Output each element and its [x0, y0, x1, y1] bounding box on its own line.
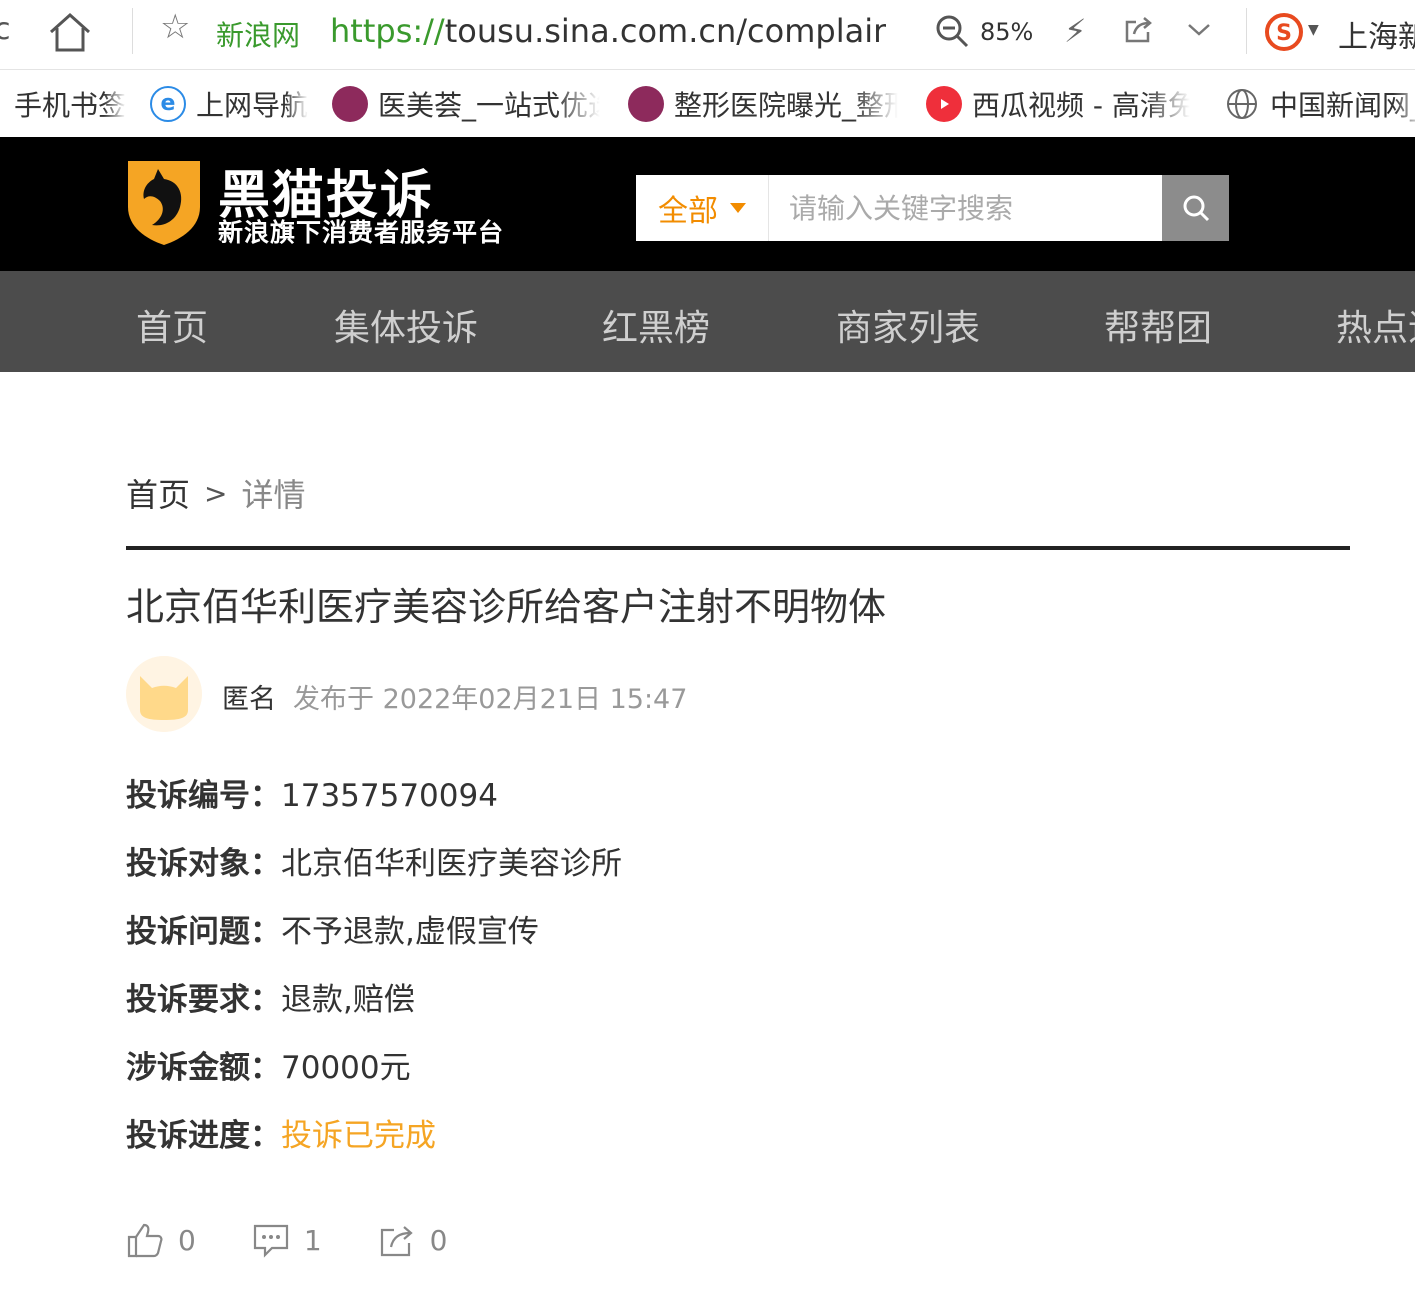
field-label: 投诉进度： — [126, 1118, 281, 1154]
breadcrumb-current: 详情 — [241, 476, 306, 514]
black-cat-logo-icon[interactable] — [124, 155, 204, 247]
complaint-issue-row: 投诉问题：不予退款,虚假宣传 — [126, 906, 539, 951]
bookmark-plastic-exposure[interactable]: 整形医院曝光_整形 — [628, 70, 898, 137]
bookmark-label: 上网导航 — [196, 88, 309, 122]
search-scope-label: 全部 — [658, 194, 718, 229]
bookmarks-bar: 手机书签 e 上网导航 医美荟_一站式优选 整形医院曝光_整形 西瓜视频 - 高… — [0, 70, 1415, 137]
field-label: 投诉问题： — [126, 914, 281, 950]
xigua-icon — [926, 85, 962, 122]
site-header: 黑猫投诉 新浪旗下消费者服务平台 全部 — [0, 137, 1415, 271]
nav-merchant-list[interactable]: 商家列表 — [836, 299, 980, 351]
bookmark-label: 西瓜视频 - 高清免 — [972, 88, 1190, 122]
sogou-icon[interactable]: S — [1264, 12, 1304, 52]
bookmark-yimeihui[interactable]: 医美荟_一站式优选 — [332, 70, 600, 137]
zoom-out-icon[interactable] — [934, 12, 970, 50]
site-search: 全部 — [636, 175, 1229, 241]
field-value: 退款,赔偿 — [281, 982, 415, 1018]
bookmark-label: 手机书签 — [14, 88, 127, 122]
search-button[interactable] — [1162, 175, 1229, 241]
field-value[interactable]: 北京佰华利医疗美容诊所 — [281, 846, 622, 882]
globe-icon — [1227, 88, 1257, 119]
thumbs-up-icon — [127, 1223, 163, 1258]
avatar — [126, 656, 202, 732]
main-nav: 首页 集体投诉 红黑榜 商家列表 帮帮团 热点追踪 — [0, 271, 1415, 372]
field-value: 17357570094 — [281, 778, 498, 814]
complaint-target-row: 投诉对象：北京佰华利医疗美容诊所 — [126, 838, 622, 883]
bookmark-label: 中国新闻网_ — [1270, 88, 1415, 122]
field-label: 投诉要求： — [126, 982, 281, 1018]
nav-help-group[interactable]: 帮帮团 — [1104, 299, 1212, 351]
action-bar: 0 1 0 — [126, 1218, 503, 1262]
field-label: 涉诉金额： — [126, 1050, 281, 1086]
back-button[interactable]: ⅽ — [0, 12, 11, 47]
lightning-icon[interactable]: ⚡ — [1064, 12, 1086, 50]
bookmark-label: 整形医院曝光_整形 — [674, 88, 898, 122]
field-value: 不予退款,虚假宣传 — [281, 914, 539, 950]
complaint-title: 北京佰华利医疗美容诊所给客户注射不明物体 — [126, 585, 887, 629]
like-button[interactable]: 0 — [126, 1221, 196, 1259]
nav-hot-topics[interactable]: 热点追踪 — [1336, 299, 1415, 351]
bookmark-xigua[interactable]: 西瓜视频 - 高清免 — [926, 70, 1190, 137]
engine-dropdown-icon[interactable]: ▼ — [1308, 22, 1319, 38]
like-count: 0 — [178, 1223, 196, 1257]
breadcrumb: 首页 > 详情 — [126, 470, 306, 516]
comment-button[interactable]: 1 — [252, 1221, 322, 1259]
author-name: 匿名 — [222, 684, 276, 715]
nav-red-black-list[interactable]: 红黑榜 — [602, 299, 710, 351]
share-count: 0 — [429, 1223, 448, 1257]
yimeihui-icon — [628, 85, 664, 122]
search-hint-text[interactable]: 上海新 — [1338, 12, 1415, 56]
toolbar-separator — [132, 8, 133, 54]
bookmark-chinanews[interactable]: 中国新闻网_ — [1224, 70, 1415, 137]
svg-text:S: S — [1276, 21, 1292, 46]
breadcrumb-separator: > — [204, 476, 228, 510]
zoom-level[interactable]: 85% — [980, 18, 1033, 46]
search-input[interactable] — [769, 175, 1162, 241]
bookmark-mobile[interactable]: 手机书签 — [14, 70, 126, 137]
brand-slogan: 新浪旗下消费者服务平台 — [218, 218, 505, 247]
search-scope-dropdown[interactable]: 全部 — [636, 175, 769, 241]
comment-icon — [253, 1224, 288, 1258]
comment-count: 1 — [303, 1223, 322, 1257]
status-badge: 投诉已完成 — [281, 1118, 436, 1154]
bookmark-star-icon[interactable]: ☆ — [160, 10, 190, 44]
home-icon[interactable] — [46, 10, 94, 54]
complaint-amount-row: 涉诉金额：70000元 — [126, 1042, 411, 1087]
share-icon[interactable] — [1122, 14, 1154, 46]
bookmark-nav[interactable]: e 上网导航 — [150, 70, 308, 137]
breadcrumb-home[interactable]: 首页 — [126, 470, 190, 516]
nav-home[interactable]: 首页 — [136, 299, 208, 351]
field-label: 投诉对象： — [126, 846, 281, 882]
site-name: 新浪网 — [216, 19, 301, 52]
complaint-progress-row: 投诉进度：投诉已完成 — [126, 1110, 436, 1155]
search-icon — [1183, 195, 1209, 222]
nav-group-complaint[interactable]: 集体投诉 — [334, 299, 478, 351]
post-time: 发布于 2022年02月21日 15:47 — [293, 684, 688, 715]
field-value: 70000元 — [281, 1050, 411, 1086]
title-divider — [126, 546, 1350, 550]
ie-icon: e — [150, 85, 186, 122]
url-path: tousu.sina.com.cn/complaint/ — [444, 12, 886, 50]
complaint-number-row: 投诉编号：17357570094 — [126, 770, 498, 815]
share-icon — [380, 1226, 413, 1257]
browser-address-bar: ⅽ ☆ 新浪网 https://tousu.sina.com.cn/compla… — [0, 0, 1415, 70]
field-label: 投诉编号： — [126, 778, 281, 814]
share-button[interactable]: 0 — [378, 1221, 448, 1259]
yimeihui-icon — [332, 85, 368, 122]
chevron-down-icon[interactable] — [1184, 16, 1214, 42]
caret-down-icon — [730, 203, 746, 213]
complaint-request-row: 投诉要求：退款,赔偿 — [126, 974, 415, 1019]
bookmark-label: 医美荟_一站式优选 — [378, 88, 600, 122]
url-field[interactable]: https://tousu.sina.com.cn/complaint/ — [330, 12, 886, 50]
url-scheme: https:// — [330, 12, 445, 50]
toolbar-separator — [1246, 8, 1247, 54]
